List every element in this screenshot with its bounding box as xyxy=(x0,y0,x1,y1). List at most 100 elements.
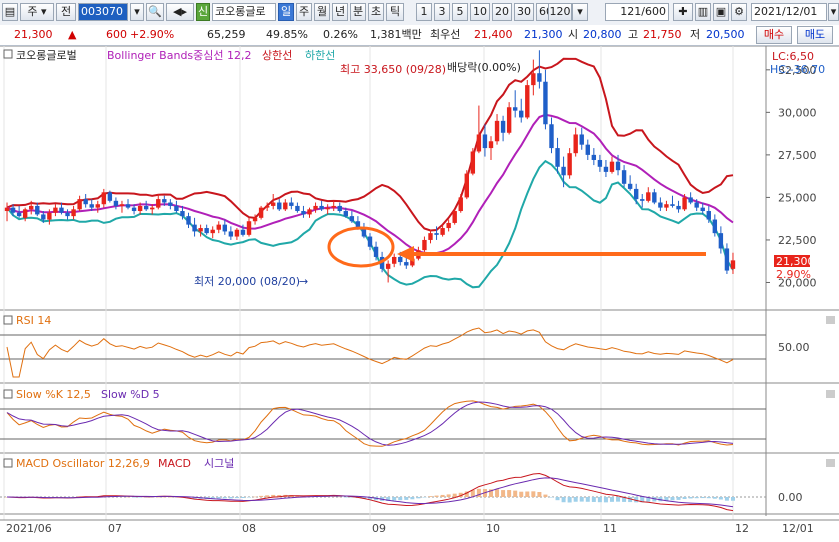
macd-osc-bar xyxy=(700,497,705,499)
period-button[interactable]: 초 xyxy=(368,3,384,21)
macd-osc-bar xyxy=(476,488,481,497)
macd-osc-bar xyxy=(567,497,572,503)
up-arrow-icon: ▲ xyxy=(68,28,77,41)
sound-icon[interactable]: ◀▸ xyxy=(166,3,194,21)
candle-body xyxy=(222,224,228,232)
interval-button[interactable]: 1 xyxy=(416,3,432,21)
macd-osc-bar xyxy=(555,497,560,501)
candle-body xyxy=(10,207,16,213)
trade-amount: 1,381백만 xyxy=(370,28,422,41)
macd-osc-bar xyxy=(579,497,584,502)
interval-button[interactable]: 3 xyxy=(434,3,450,21)
mode-button[interactable]: 전 xyxy=(56,3,76,21)
candle-body xyxy=(724,248,730,271)
rsi-close-icon[interactable] xyxy=(826,316,835,324)
candle-body xyxy=(95,204,100,208)
stock-name-field[interactable]: 코오롱글로 xyxy=(212,3,276,21)
high-label: 고 xyxy=(628,28,639,41)
stock-chart[interactable]: 32,50030,00027,50025,00022,50020,0002021… xyxy=(0,46,839,542)
candle-body xyxy=(313,205,318,210)
candle-body xyxy=(204,228,209,234)
candle-body xyxy=(349,216,355,222)
candle-body xyxy=(156,199,161,208)
candle-body xyxy=(283,202,288,210)
macd-osc-bar xyxy=(434,495,439,497)
candle-body xyxy=(65,212,70,217)
candle-body xyxy=(525,85,530,118)
period-button[interactable]: 틱 xyxy=(386,3,404,21)
search-icon[interactable]: 🔍 xyxy=(146,3,164,21)
candle-body xyxy=(234,229,240,237)
candle-body xyxy=(71,209,76,217)
open-price: 20,800 xyxy=(583,28,622,41)
candle-body xyxy=(476,134,482,152)
interval-button[interactable]: 5 xyxy=(452,3,468,21)
macd-osc-bar xyxy=(446,494,451,497)
macd-osc-bar xyxy=(398,497,403,501)
candle-body xyxy=(561,166,566,176)
interval-button[interactable]: 120 xyxy=(548,3,572,21)
interval-button[interactable]: 30 xyxy=(514,3,534,21)
macd-osc-bar xyxy=(222,497,227,499)
macd-osc-bar xyxy=(410,497,415,500)
macd-osc-bar xyxy=(670,497,675,501)
stoch-close-icon[interactable] xyxy=(826,390,835,398)
buy-button[interactable]: 매수 xyxy=(756,26,792,44)
candle-body xyxy=(688,197,693,203)
period-button[interactable]: 분 xyxy=(350,3,366,21)
candle-body xyxy=(131,207,137,212)
stoch-k-legend: Slow %K 12,5 xyxy=(16,388,91,401)
macd-osc-bar xyxy=(126,496,131,498)
code-dropdown-icon[interactable]: ▾ xyxy=(130,3,144,21)
interval-button[interactable]: 20 xyxy=(492,3,512,21)
macd-osc-bar xyxy=(549,497,554,498)
save-icon[interactable]: ▣ xyxy=(713,3,729,21)
candle-body xyxy=(694,202,699,208)
macd-osc-bar xyxy=(247,497,252,498)
macd-close-icon[interactable] xyxy=(826,459,835,467)
date-dropdown-icon[interactable]: ▾ xyxy=(828,3,839,21)
candle-body xyxy=(198,228,203,232)
candle-body xyxy=(53,207,58,213)
market-select[interactable]: 주 ▾ xyxy=(20,3,54,21)
period-button[interactable]: 월 xyxy=(314,3,330,21)
candle-body xyxy=(89,204,94,208)
period-button[interactable]: 주 xyxy=(296,3,312,21)
candle-body xyxy=(640,199,645,201)
x-tick-label: 11 xyxy=(603,522,617,535)
macd-osc-bar xyxy=(694,497,699,499)
candle-body xyxy=(107,192,113,201)
candle-body xyxy=(47,212,52,220)
bars-icon[interactable]: ▥ xyxy=(695,3,711,21)
menu-icon[interactable]: ▤ xyxy=(2,3,18,21)
change-value: 600 xyxy=(106,28,127,41)
candle-body xyxy=(228,231,234,237)
lc-label: LC:6,50 xyxy=(772,50,814,63)
settings-icon[interactable]: ⚙ xyxy=(731,3,747,21)
count-field[interactable]: 121/600 xyxy=(605,3,669,21)
candle-body xyxy=(682,197,687,210)
macd-osc-bar xyxy=(513,490,518,497)
bb-legend: Bollinger Bands중심선 12,2 xyxy=(107,49,252,62)
period-button[interactable]: 년 xyxy=(332,3,348,21)
sell-button[interactable]: 매도 xyxy=(797,26,833,44)
pct-tag: 2.90% xyxy=(776,268,811,281)
candle-body xyxy=(718,233,724,249)
min-label: 최저 20,000 (08/20) xyxy=(194,275,300,288)
candle-body xyxy=(59,207,64,213)
candle-body xyxy=(143,205,149,210)
interval-button[interactable]: 10 xyxy=(470,3,490,21)
candle-body xyxy=(488,141,494,149)
candle-body xyxy=(404,262,409,266)
candle-body xyxy=(434,233,439,235)
candle-body xyxy=(512,107,518,111)
interval-dropdown-icon[interactable]: ▾ xyxy=(572,3,588,21)
period-button[interactable]: 일 xyxy=(278,3,294,21)
date-field[interactable]: 2021/12/01 xyxy=(751,3,827,21)
max-label: 최고 33,650 (09/28) xyxy=(340,63,446,76)
crosshair-icon[interactable]: ✚ xyxy=(673,3,693,21)
macd-osc-bar xyxy=(253,496,258,498)
macd-osc-bar xyxy=(609,497,614,502)
code-input[interactable]: 003070 xyxy=(78,3,128,21)
candle-body xyxy=(258,207,264,218)
